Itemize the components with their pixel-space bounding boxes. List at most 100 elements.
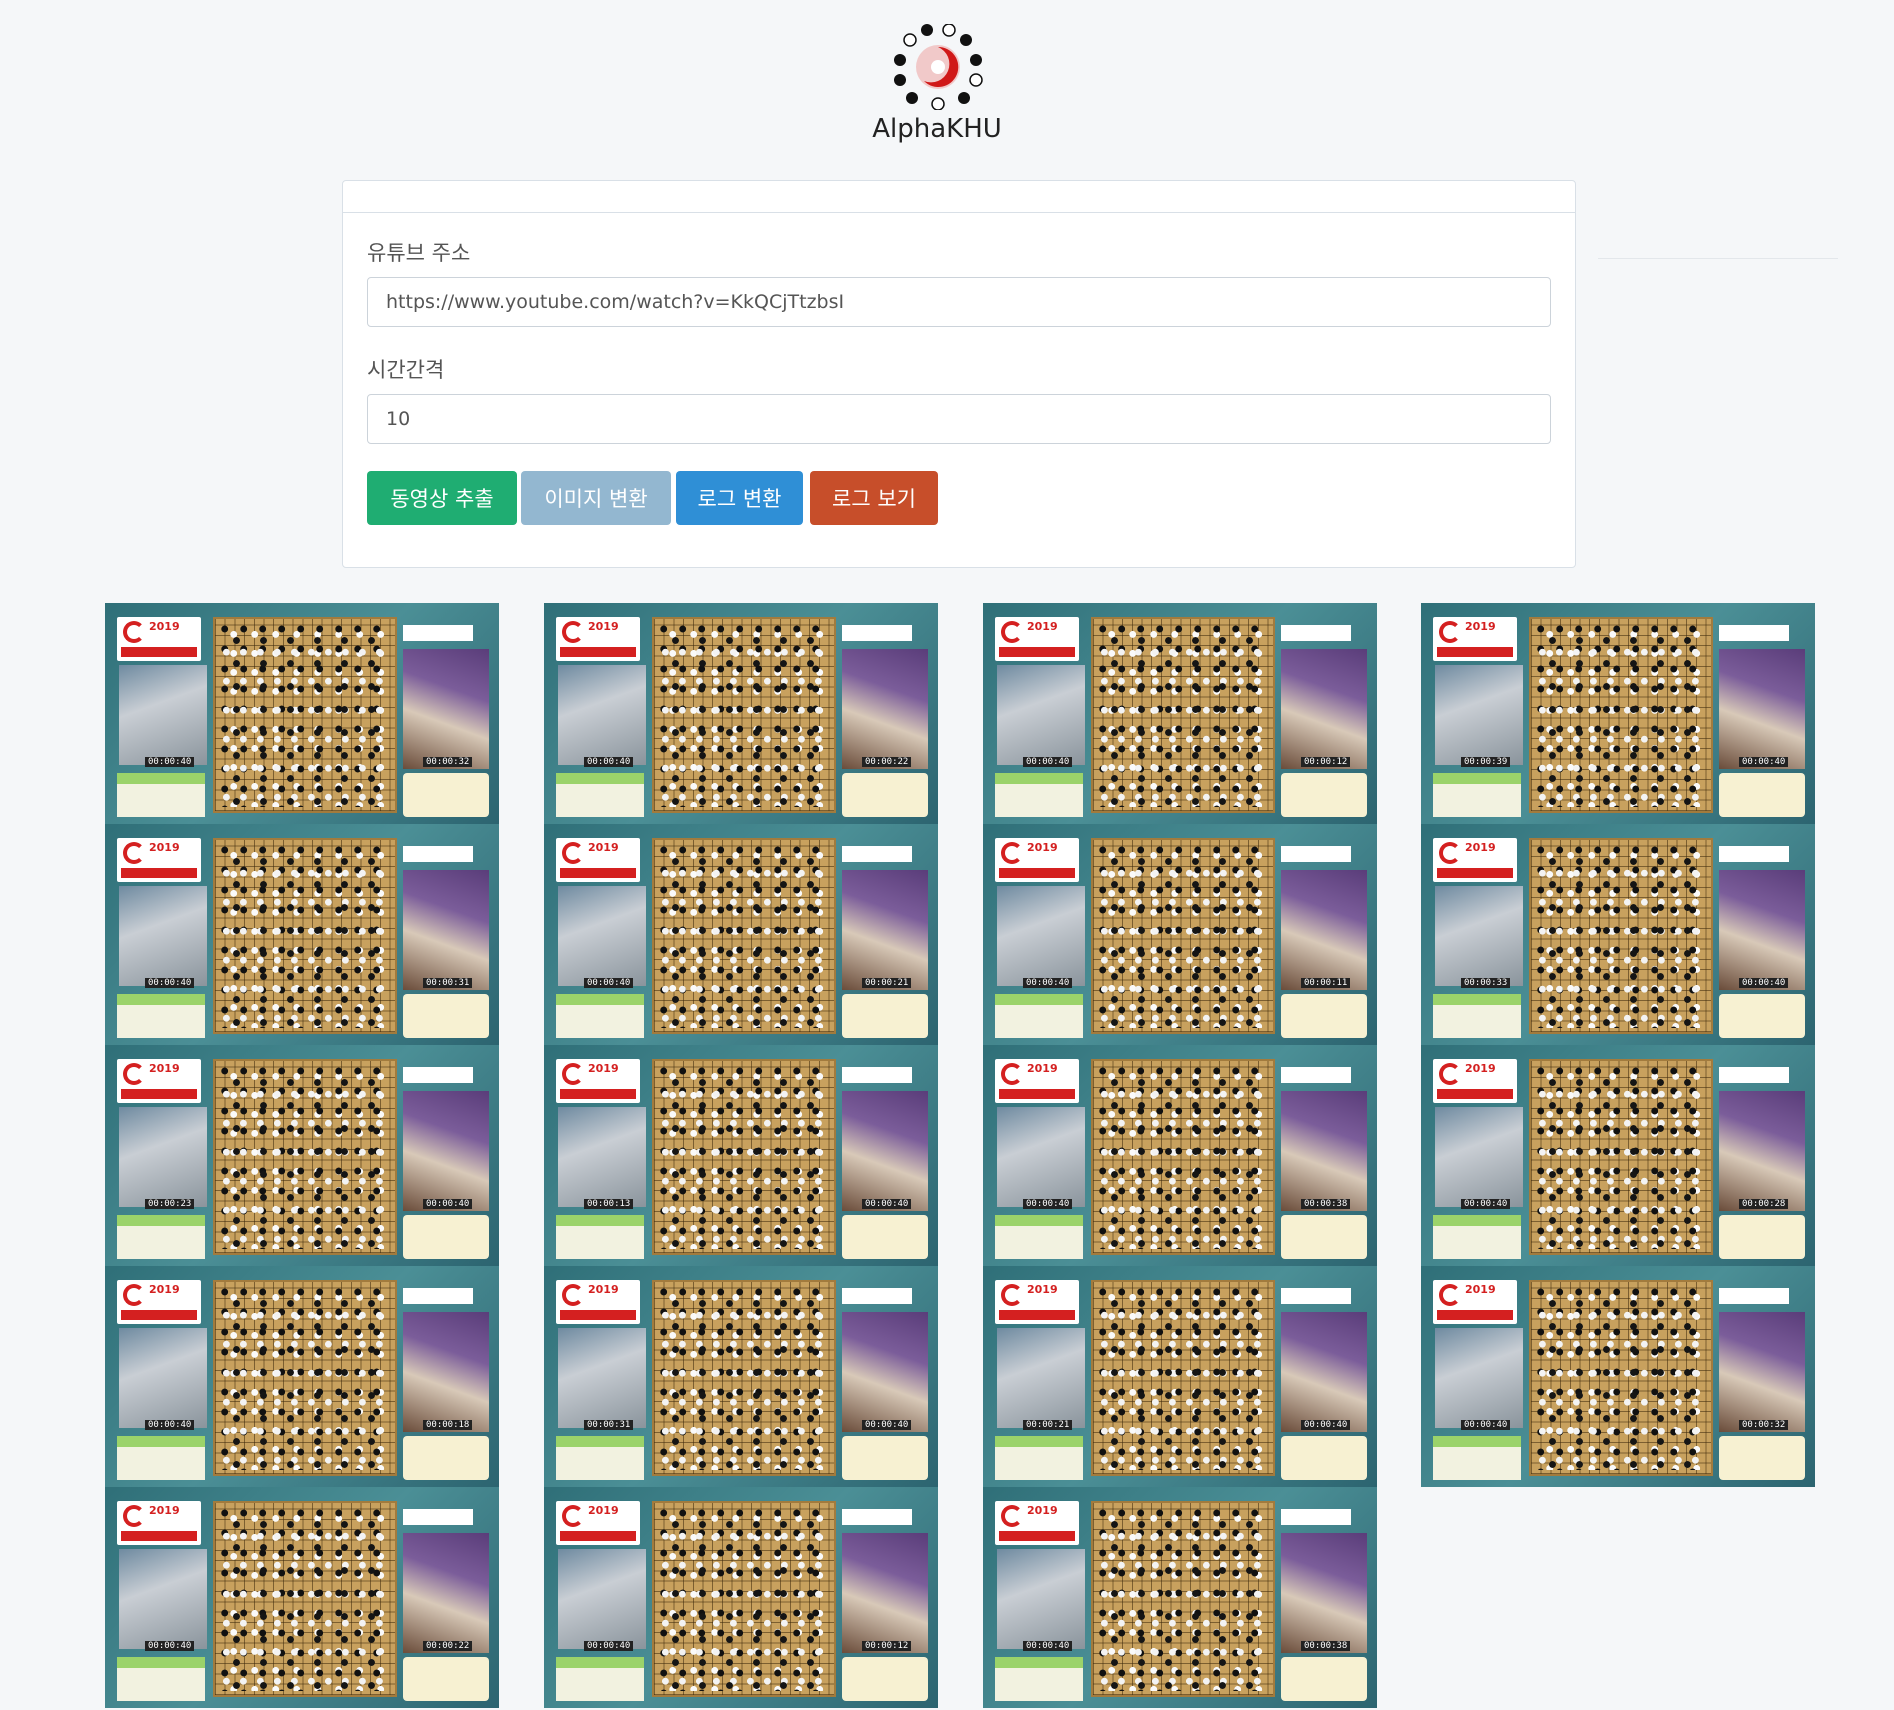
player-cam-right bbox=[842, 870, 928, 990]
team-names-right bbox=[403, 773, 489, 817]
player-cam-left bbox=[997, 1328, 1085, 1428]
frame-thumbnail[interactable]: 2019 00:00:31 00:00:40 bbox=[544, 1266, 938, 1487]
frame-thumbnail[interactable]: 2019 00:00:40 00:00:32 bbox=[105, 603, 499, 824]
timer-left: 00:00:40 bbox=[584, 757, 634, 767]
interval-input[interactable] bbox=[367, 394, 1551, 444]
timer-right: 00:00:18 bbox=[423, 1420, 473, 1430]
player-cam-right bbox=[1281, 1533, 1367, 1653]
frame-thumbnail[interactable]: 2019 00:00:40 00:00:28 bbox=[1421, 1045, 1815, 1266]
frame-thumbnail[interactable]: 2019 00:00:21 00:00:40 bbox=[983, 1266, 1377, 1487]
player-cam-right bbox=[1719, 1312, 1805, 1432]
frame-thumbnail[interactable]: 2019 00:00:40 00:00:12 bbox=[983, 603, 1377, 824]
player-cam-left bbox=[558, 886, 646, 986]
go-stones bbox=[662, 1513, 826, 1689]
frame-thumbnail[interactable]: 2019 00:00:40 00:00:22 bbox=[105, 1487, 499, 1708]
team-names-left bbox=[556, 994, 644, 1038]
tournament-badge: 2019 bbox=[995, 838, 1079, 882]
team-names-right bbox=[1719, 773, 1805, 817]
go-stones bbox=[1539, 629, 1703, 805]
go-stones bbox=[223, 1513, 387, 1689]
header: AlphaKHU bbox=[0, 0, 1894, 160]
tournament-badge: 2019 bbox=[995, 1501, 1079, 1545]
team-names-left bbox=[1433, 1215, 1521, 1259]
player-cam-left bbox=[997, 1107, 1085, 1207]
frame-thumbnail[interactable]: 2019 00:00:39 00:00:40 bbox=[1421, 603, 1815, 824]
team-names-left bbox=[995, 994, 1083, 1038]
timer-left: 00:00:40 bbox=[1461, 1199, 1511, 1209]
divider bbox=[1598, 258, 1838, 259]
score-bar bbox=[842, 625, 912, 641]
team-names-right bbox=[1281, 994, 1367, 1038]
go-stones bbox=[1539, 1292, 1703, 1468]
score-bar bbox=[1719, 1288, 1789, 1304]
player-cam-left bbox=[997, 665, 1085, 765]
player-cam-right bbox=[1719, 649, 1805, 769]
timer-left: 00:00:23 bbox=[145, 1199, 195, 1209]
frame-thumbnail[interactable]: 2019 00:00:40 00:00:18 bbox=[105, 1266, 499, 1487]
team-names-right bbox=[403, 1215, 489, 1259]
tournament-badge: 2019 bbox=[117, 1501, 201, 1545]
team-names-left bbox=[995, 1436, 1083, 1480]
frame-thumbnail[interactable]: 2019 00:00:40 00:00:22 bbox=[544, 603, 938, 824]
timer-left: 00:00:33 bbox=[1461, 978, 1511, 988]
player-cam-left bbox=[119, 886, 207, 986]
frame-thumbnail[interactable]: 2019 00:00:40 00:00:38 bbox=[983, 1487, 1377, 1708]
tournament-badge: 2019 bbox=[995, 1059, 1079, 1103]
player-cam-right bbox=[842, 649, 928, 769]
score-bar bbox=[1719, 625, 1789, 641]
team-names-right bbox=[403, 1436, 489, 1480]
team-names-right bbox=[1281, 773, 1367, 817]
frame-thumbnail[interactable]: 2019 00:00:40 00:00:12 bbox=[544, 1487, 938, 1708]
timer-right: 00:00:40 bbox=[1739, 978, 1789, 988]
timer-right: 00:00:31 bbox=[423, 978, 473, 988]
go-stones bbox=[662, 1292, 826, 1468]
go-stones bbox=[1101, 850, 1265, 1026]
timer-right: 00:00:38 bbox=[1301, 1641, 1351, 1651]
team-names-left bbox=[117, 1657, 205, 1701]
tournament-badge: 2019 bbox=[556, 838, 640, 882]
team-names-left bbox=[1433, 773, 1521, 817]
log-view-button[interactable]: 로그 보기 bbox=[810, 471, 938, 525]
score-bar bbox=[1281, 1509, 1351, 1525]
team-names-left bbox=[995, 1657, 1083, 1701]
frame-thumbnail[interactable]: 2019 00:00:40 00:00:32 bbox=[1421, 1266, 1815, 1487]
tournament-badge: 2019 bbox=[117, 1059, 201, 1103]
player-cam-right bbox=[1281, 649, 1367, 769]
timer-left: 00:00:39 bbox=[1461, 757, 1511, 767]
tournament-badge: 2019 bbox=[1433, 617, 1517, 661]
log-convert-button[interactable]: 로그 변환 bbox=[676, 471, 803, 525]
frame-thumbnail[interactable]: 2019 00:00:40 00:00:38 bbox=[983, 1045, 1377, 1266]
team-names-left bbox=[117, 1215, 205, 1259]
team-names-right bbox=[842, 1657, 928, 1701]
team-names-left bbox=[1433, 1436, 1521, 1480]
score-bar bbox=[1281, 1067, 1351, 1083]
score-bar bbox=[842, 1288, 912, 1304]
go-stones bbox=[1101, 629, 1265, 805]
app-title: AlphaKHU bbox=[872, 114, 1002, 144]
team-names-right bbox=[1281, 1436, 1367, 1480]
extract-video-button[interactable]: 동영상 추출 bbox=[367, 471, 517, 525]
player-cam-right bbox=[842, 1091, 928, 1211]
image-convert-button[interactable]: 이미지 변환 bbox=[521, 471, 671, 525]
team-names-right bbox=[842, 1436, 928, 1480]
player-cam-right bbox=[1281, 870, 1367, 990]
timer-left: 00:00:40 bbox=[1023, 1199, 1073, 1209]
timer-right: 00:00:32 bbox=[1739, 1420, 1789, 1430]
frame-thumbnail[interactable]: 2019 00:00:40 00:00:11 bbox=[983, 824, 1377, 1045]
frame-thumbnail[interactable]: 2019 00:00:40 00:00:21 bbox=[544, 824, 938, 1045]
frame-thumbnail[interactable]: 2019 00:00:33 00:00:40 bbox=[1421, 824, 1815, 1045]
frame-thumbnail[interactable]: 2019 00:00:40 00:00:31 bbox=[105, 824, 499, 1045]
team-names-right bbox=[1281, 1215, 1367, 1259]
timer-left: 00:00:40 bbox=[145, 1641, 195, 1651]
frame-thumbnail[interactable]: 2019 00:00:23 00:00:40 bbox=[105, 1045, 499, 1266]
player-cam-left bbox=[558, 1549, 646, 1649]
player-cam-right bbox=[842, 1312, 928, 1432]
youtube-url-input[interactable] bbox=[367, 277, 1551, 327]
player-cam-left bbox=[997, 1549, 1085, 1649]
team-names-right bbox=[842, 773, 928, 817]
frame-thumbnail[interactable]: 2019 00:00:13 00:00:40 bbox=[544, 1045, 938, 1266]
tournament-badge: 2019 bbox=[117, 617, 201, 661]
alphakhu-logo-icon bbox=[894, 24, 983, 110]
extract-form-panel: 유튜브 주소 시간간격 동영상 추출 이미지 변환 로그 변환 로그 보기 bbox=[342, 180, 1576, 568]
timer-left: 00:00:40 bbox=[145, 1420, 195, 1430]
